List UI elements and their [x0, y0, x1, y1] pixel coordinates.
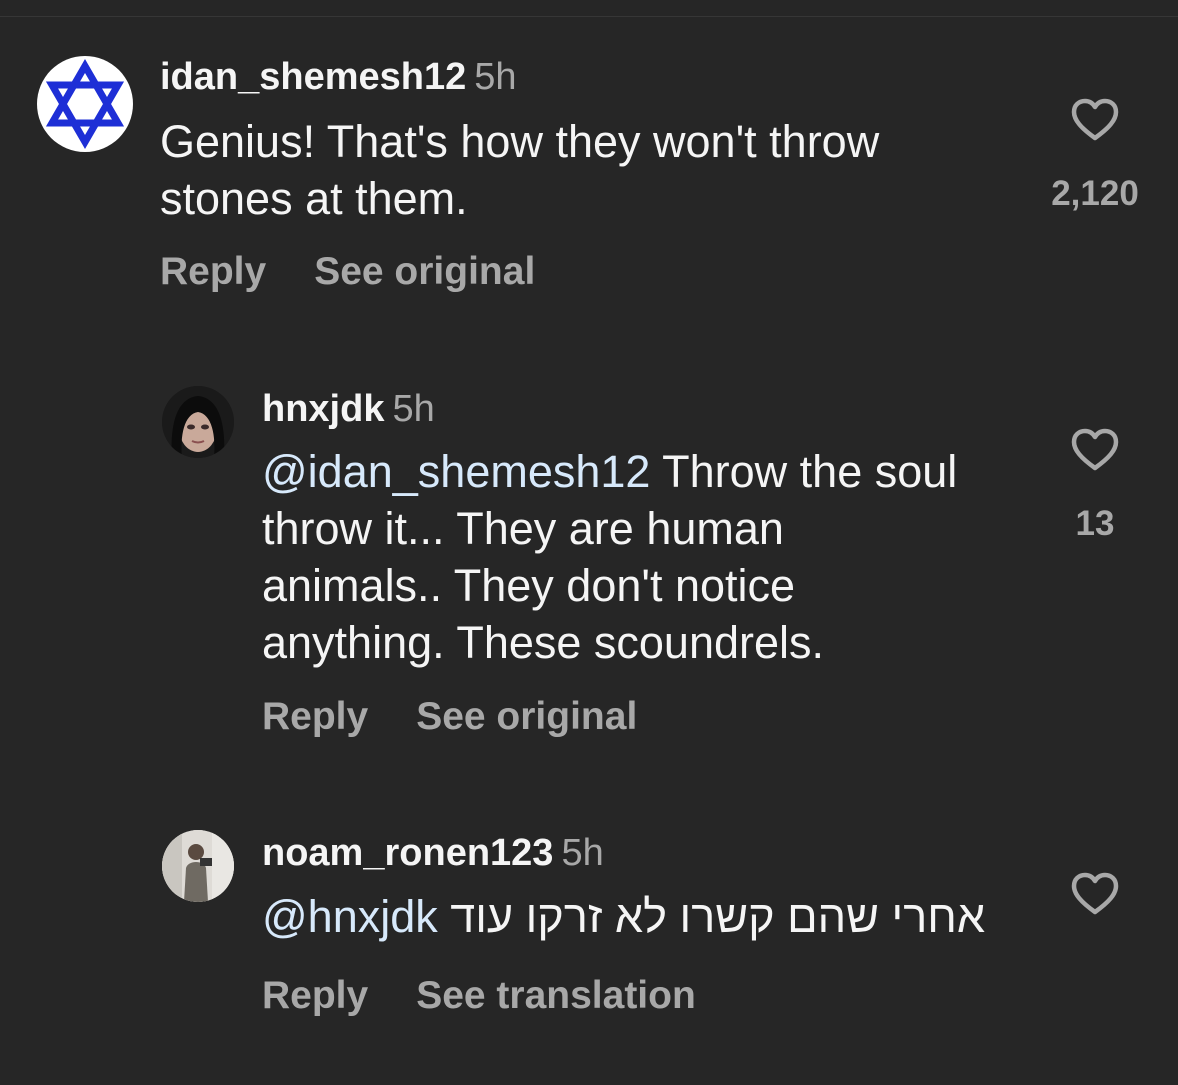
- mention-link[interactable]: @hnxjdk: [262, 891, 438, 942]
- heart-icon[interactable]: [1071, 872, 1119, 916]
- timestamp: 5h: [561, 832, 604, 874]
- comment-actions: Reply See translation: [262, 974, 696, 1018]
- avatar[interactable]: [162, 830, 234, 902]
- comment-text-fragment: אחרי שהם קשרו לא זרקו עוד: [450, 891, 986, 942]
- reply-button[interactable]: Reply: [262, 974, 368, 1018]
- username[interactable]: noam_ronen123: [262, 832, 553, 874]
- profile-photo-icon: [162, 830, 234, 902]
- comment-text: @hnxjdk אחרי שהם קשרו לא זרקו עוד: [262, 888, 1042, 945]
- comment-header: noam_ronen123 5h: [262, 832, 604, 875]
- comment-3: noam_ronen123 5h @hnxjdk אחרי שהם קשרו לא…: [0, 0, 1178, 1085]
- see-translation-button[interactable]: See translation: [416, 974, 696, 1018]
